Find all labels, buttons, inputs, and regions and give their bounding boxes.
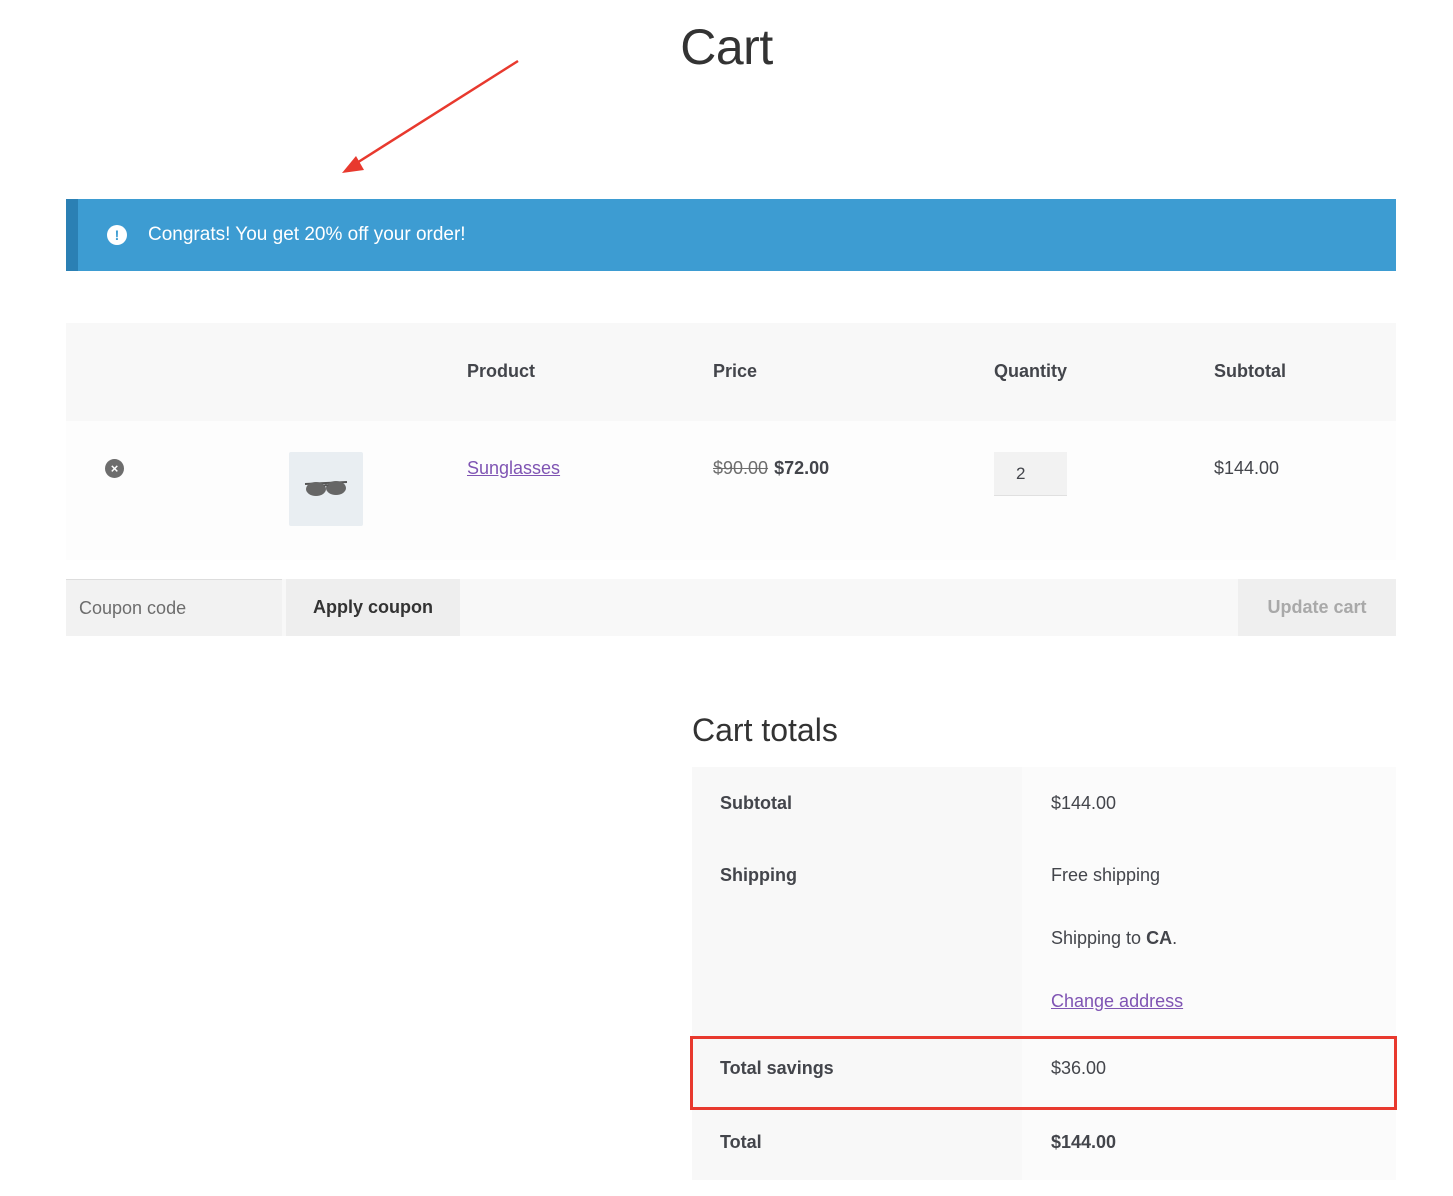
page-title: Cart <box>680 19 773 75</box>
shipping-label: Shipping <box>692 839 1022 1037</box>
table-row: × Sunglasses $90.00 $72.00 2 $144.00 <box>66 421 1396 560</box>
header-subtotal: Subtotal <box>1214 361 1286 381</box>
shipping-destination: Shipping to CA. <box>1051 928 1178 948</box>
apply-coupon-button[interactable]: Apply coupon <box>286 579 460 636</box>
product-price: $90.00 $72.00 <box>713 458 829 479</box>
shipping-to-prefix: Shipping to <box>1051 928 1147 948</box>
product-link[interactable]: Sunglasses <box>467 458 560 479</box>
cart-table: Product Price Quantity Subtotal × Sungla… <box>66 323 1396 636</box>
sale-price: $72.00 <box>774 458 830 478</box>
subtotal-value: $144.00 <box>1022 767 1396 839</box>
notice-banner: ! Congrats! You get 20% off your order! <box>66 199 1396 271</box>
quantity-input[interactable]: 2 <box>994 452 1067 496</box>
shipping-value: Free shipping Shipping to CA. Change add… <box>1022 839 1396 1037</box>
cart-totals-table: Subtotal $144.00 Shipping Free shipping … <box>692 767 1396 1180</box>
notice-text: Congrats! You get 20% off your order! <box>148 224 466 245</box>
savings-value: $36.00 <box>1022 1037 1396 1110</box>
header-product: Product <box>467 361 536 381</box>
table-header: Product Price Quantity Subtotal <box>66 323 1396 421</box>
total-label: Total <box>692 1110 1022 1180</box>
update-cart-button[interactable]: Update cart <box>1238 579 1396 636</box>
totals-total-row: Total $144.00 <box>692 1110 1396 1180</box>
shipping-to-place: CA <box>1146 928 1173 948</box>
sunglasses-icon <box>304 481 348 496</box>
header-quantity: Quantity <box>994 361 1068 381</box>
cart-totals-title: Cart totals <box>692 712 838 748</box>
header-price: Price <box>713 361 758 381</box>
totals-savings-row: Total savings $36.00 <box>692 1037 1396 1110</box>
cart-actions: Coupon code Apply coupon Update cart <box>66 579 1396 636</box>
row-subtotal: $144.00 <box>1214 458 1280 478</box>
totals-shipping-row: Shipping Free shipping Shipping to CA. C… <box>692 839 1396 1037</box>
remove-item-icon[interactable]: × <box>105 459 124 478</box>
change-address-link[interactable]: Change address <box>1051 991 1183 1011</box>
coupon-input[interactable]: Coupon code <box>66 579 282 636</box>
subtotal-label: Subtotal <box>692 767 1022 839</box>
product-thumbnail[interactable] <box>289 452 363 526</box>
shipping-method: Free shipping <box>1051 865 1161 885</box>
regular-price: $90.00 <box>713 458 769 478</box>
totals-subtotal-row: Subtotal $144.00 <box>692 767 1396 839</box>
info-exclamation-icon: ! <box>107 225 127 245</box>
total-value: $144.00 <box>1022 1110 1396 1180</box>
savings-label: Total savings <box>692 1037 1022 1110</box>
